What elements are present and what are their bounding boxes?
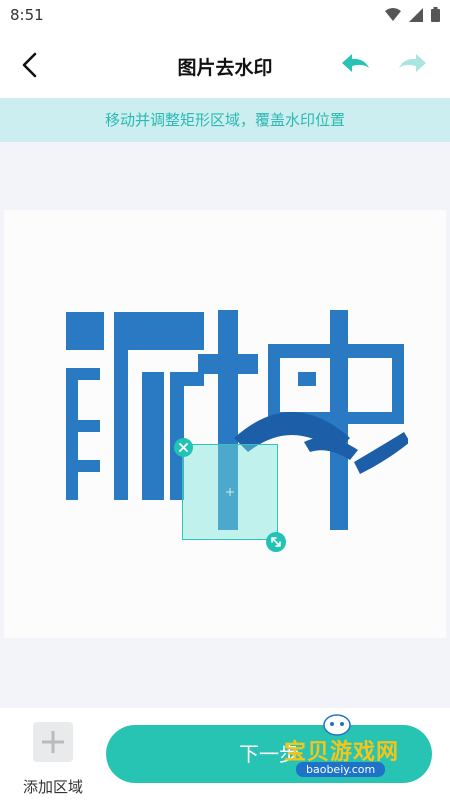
- undo-button[interactable]: [340, 52, 372, 78]
- plus-icon: [42, 731, 64, 753]
- selection-resize-handle[interactable]: [266, 532, 286, 552]
- watermark-url: baobeiy.com: [296, 762, 386, 777]
- redo-icon: [399, 54, 426, 72]
- wifi-icon: [385, 7, 401, 21]
- status-time: 8:51: [10, 6, 44, 24]
- add-icon-box: [33, 722, 73, 762]
- add-area-label: 添加区域: [22, 778, 83, 796]
- resize-icon: [271, 537, 281, 547]
- selection-close-button[interactable]: [174, 438, 193, 457]
- hint-banner: 移动并调整矩形区域，覆盖水印位置: [0, 98, 450, 142]
- undo-icon: [342, 54, 369, 72]
- crosshair-icon: [226, 488, 234, 496]
- page-title: 图片去水印: [177, 57, 273, 79]
- close-icon: [179, 443, 188, 452]
- editor-canvas: [0, 142, 450, 708]
- redo-button[interactable]: [396, 52, 428, 78]
- selection-rectangle[interactable]: [182, 444, 278, 540]
- status-bar: 8:51: [0, 0, 450, 32]
- site-watermark: 宝贝游戏网 baobeiy.com: [272, 712, 422, 784]
- status-icons: [385, 7, 440, 22]
- battery-icon: [431, 7, 440, 22]
- signal-icon: [409, 7, 423, 22]
- image-preview[interactable]: [4, 210, 446, 638]
- mascot-icon: [323, 714, 351, 736]
- app-bar: 图片去水印: [0, 32, 450, 98]
- add-area-button[interactable]: 添加区域: [16, 720, 90, 796]
